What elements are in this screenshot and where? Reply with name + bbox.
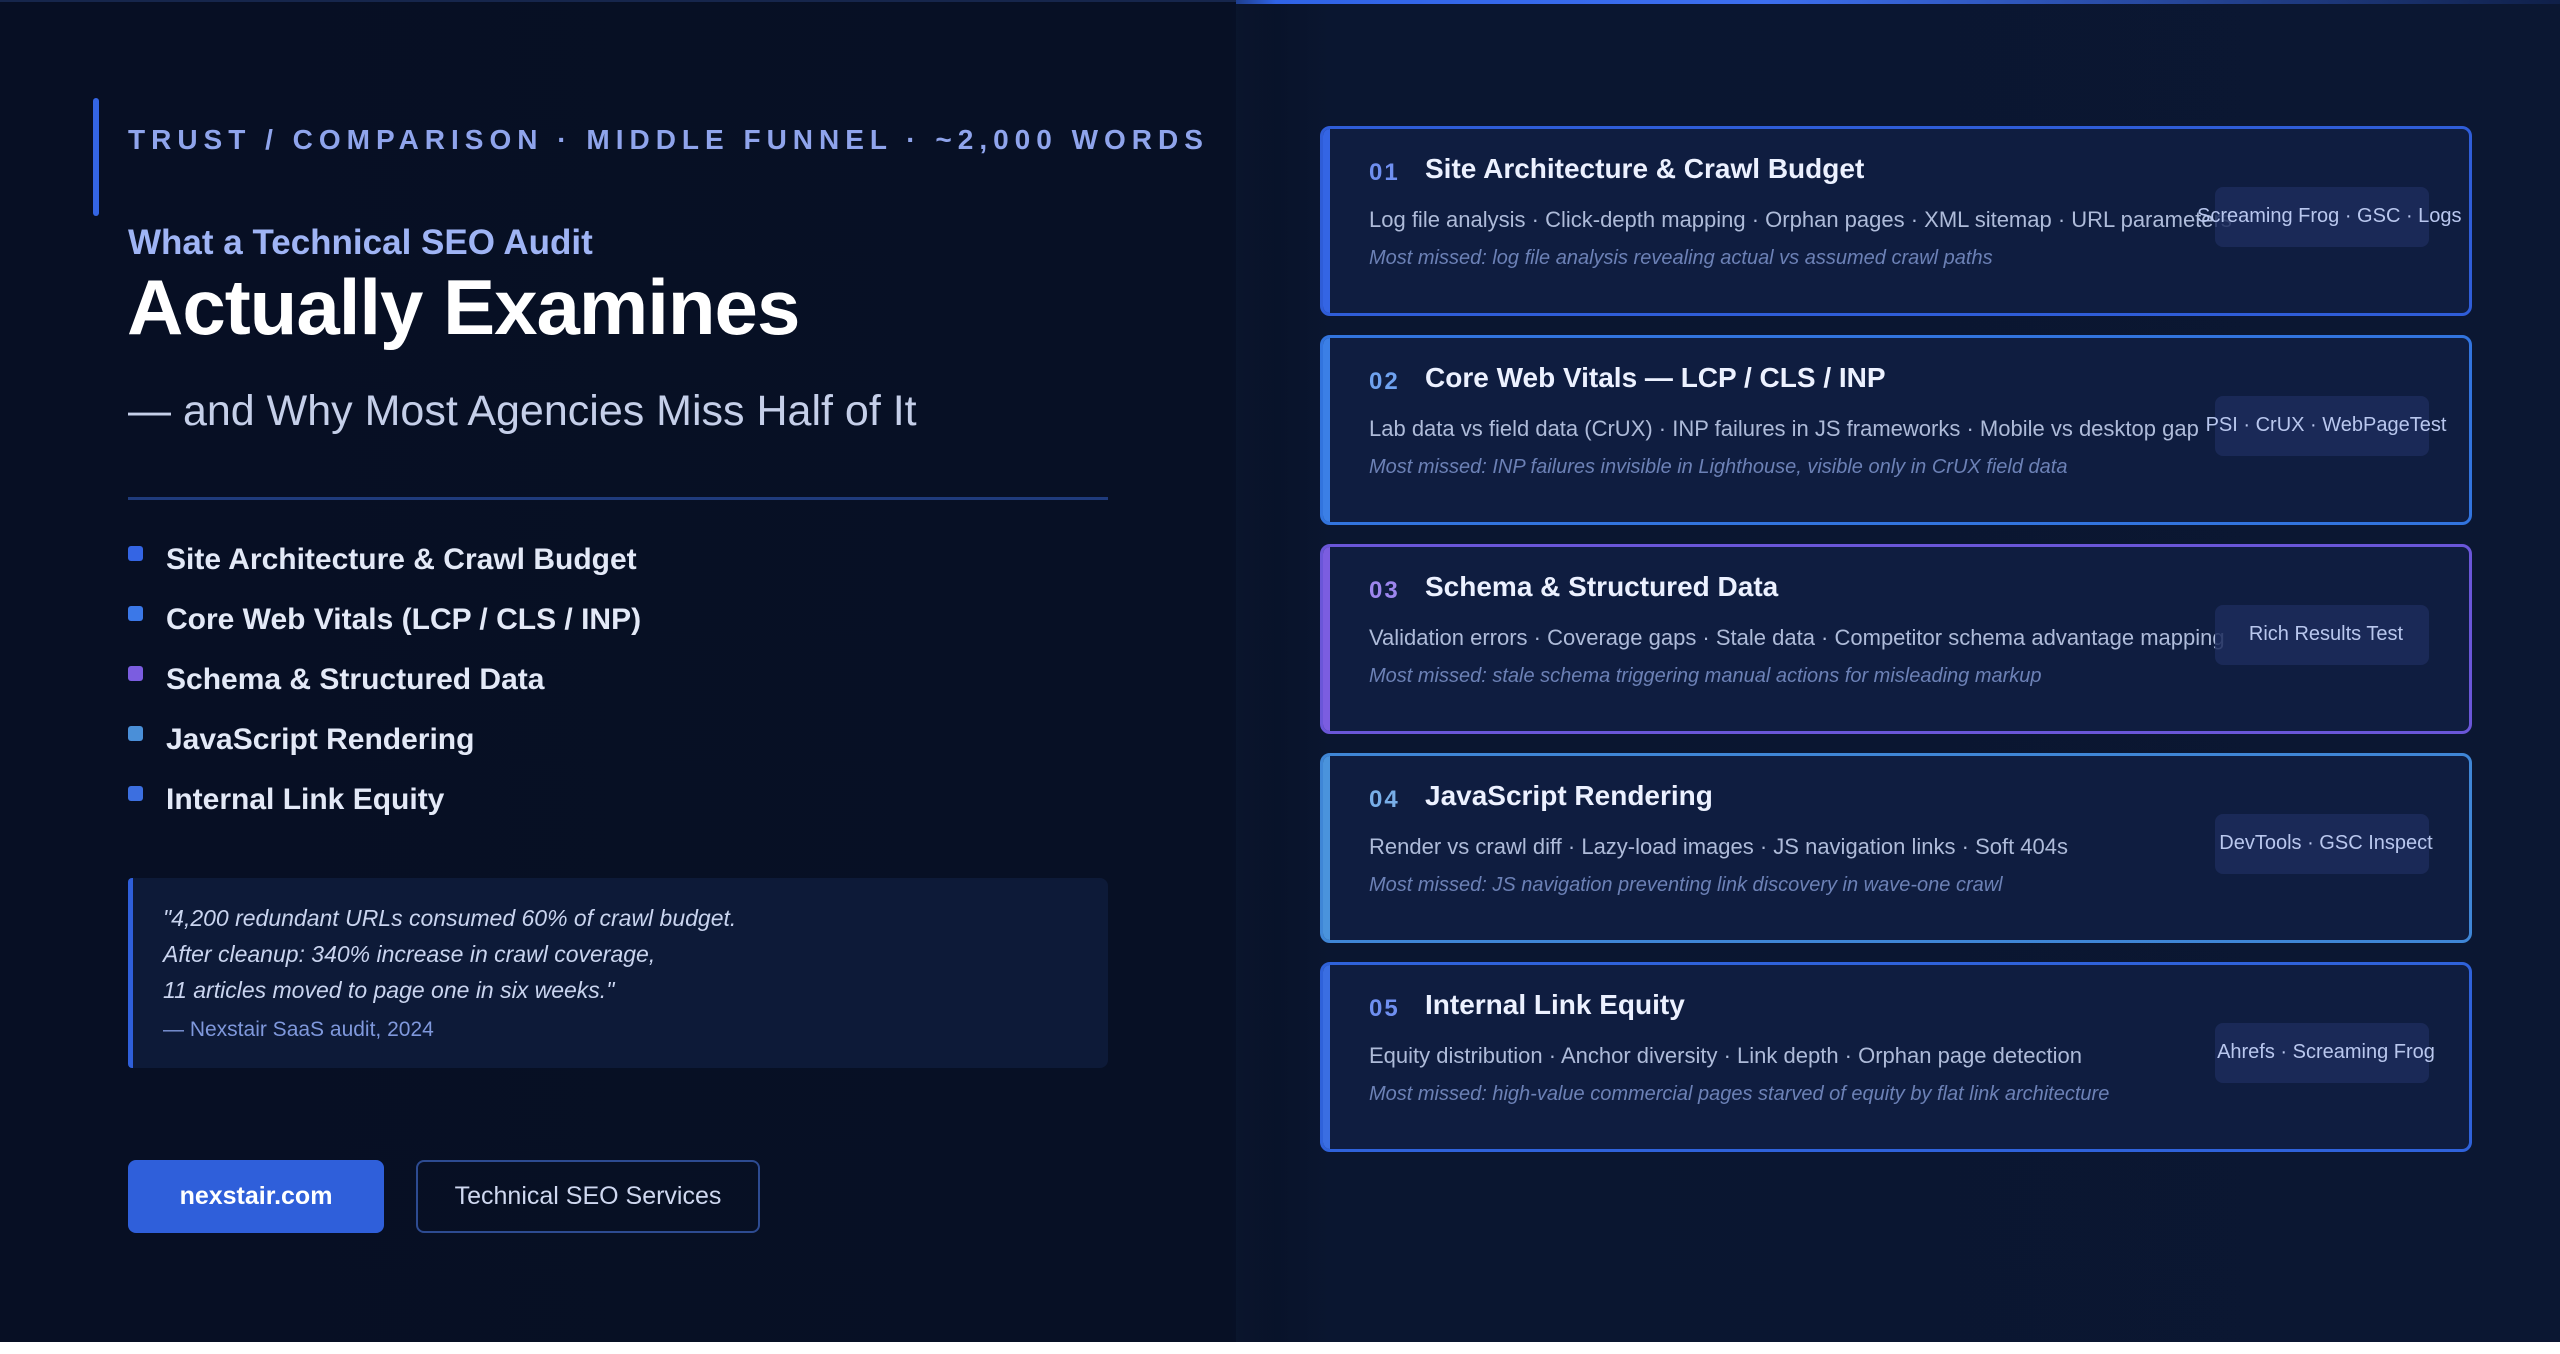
audit-card: 04 JavaScript Rendering Render vs crawl … <box>1320 753 2472 943</box>
card-description: Equity distribution · Anchor diversity ·… <box>1369 1043 2082 1068</box>
card-accent-bar <box>1323 547 1330 731</box>
services-button[interactable]: Technical SEO Services <box>416 1160 760 1233</box>
quote-line: 11 articles moved to page one in six wee… <box>163 977 615 1003</box>
website-button[interactable]: nexstair.com <box>128 1160 384 1233</box>
slide: TRUST / COMPARISON · MIDDLE FUNNEL · ~2,… <box>0 0 2560 1342</box>
topic-label: Core Web Vitals (LCP / CLS / INP) <box>166 603 642 636</box>
card-title: Site Architecture & Crawl Budget <box>1425 153 1865 184</box>
bullet-square-icon <box>128 545 143 561</box>
card-most-missed: Most missed: log file analysis revealing… <box>1369 247 1993 269</box>
card-title: Core Web Vitals — LCP / CLS / INP <box>1425 362 1886 393</box>
card-accent-bar <box>1323 756 1330 940</box>
tool-badge-label: PSI · CrUX · WebPageTest <box>2205 414 2447 436</box>
topic-list: Site Architecture & Crawl Budget Core We… <box>128 530 641 830</box>
topic-label: JavaScript Rendering <box>166 723 475 756</box>
card-number: 03 <box>1369 577 1400 604</box>
quote-line: "4,200 redundant URLs consumed 60% of cr… <box>163 905 737 931</box>
bottom-strip <box>0 1342 2560 1354</box>
card-description: Lab data vs field data (CrUX) · INP fail… <box>1369 416 2199 441</box>
topic-item: Site Architecture & Crawl Budget <box>128 530 641 590</box>
tool-badge-label: Ahrefs · Screaming Frog <box>2217 1041 2435 1063</box>
card-accent-bar <box>1323 129 1330 313</box>
card-description: Log file analysis · Click-depth mapping … <box>1369 207 2232 232</box>
page-title: Actually Examines <box>127 263 800 351</box>
testimonial-quote: "4,200 redundant URLs consumed 60% of cr… <box>128 878 1108 1068</box>
card-title: Internal Link Equity <box>1425 989 1685 1020</box>
tool-badge-label: Screaming Frog · GSC · Logs <box>2197 205 2462 227</box>
topic-item: Schema & Structured Data <box>128 650 641 710</box>
card-description: Validation errors · Coverage gaps · Stal… <box>1369 625 2225 650</box>
card-title: Schema & Structured Data <box>1425 571 1779 602</box>
tool-badge-label: DevTools · GSC Inspect <box>2219 832 2433 854</box>
bullet-square-icon <box>128 605 143 621</box>
title-prefix: What a Technical SEO Audit <box>128 223 593 262</box>
card-description: Render vs crawl diff · Lazy-load images … <box>1369 834 2069 859</box>
topic-label: Internal Link Equity <box>166 783 445 816</box>
card-accent-bar <box>1323 965 1330 1149</box>
bullet-square-icon <box>128 785 143 801</box>
topic-item: Internal Link Equity <box>128 770 641 830</box>
topic-item: JavaScript Rendering <box>128 710 641 770</box>
audit-card: 05 Internal Link Equity Equity distribut… <box>1320 962 2472 1152</box>
divider <box>128 497 1108 500</box>
topic-label: Schema & Structured Data <box>166 663 545 696</box>
bullet-square-icon <box>128 725 143 741</box>
quote-line: After cleanup: 340% increase in crawl co… <box>163 941 656 967</box>
page-subtitle: — and Why Most Agencies Miss Half of It <box>128 387 917 435</box>
audit-card: 01 Site Architecture & Crawl Budget Log … <box>1320 126 2472 316</box>
topic-label: Site Architecture & Crawl Budget <box>166 543 637 576</box>
card-number: 04 <box>1369 786 1400 813</box>
tool-badge-label: Rich Results Test <box>2248 623 2404 645</box>
audit-card: 02 Core Web Vitals — LCP / CLS / INP Lab… <box>1320 335 2472 525</box>
card-number: 02 <box>1369 368 1400 395</box>
card-most-missed: Most missed: INP failures invisible in L… <box>1369 456 2068 478</box>
card-most-missed: Most missed: stale schema triggering man… <box>1369 665 2042 687</box>
bullet-square-icon <box>128 665 143 681</box>
card-most-missed: Most missed: high-value commercial pages… <box>1369 1083 2110 1105</box>
card-number: 05 <box>1369 995 1400 1022</box>
top-accent-glow <box>1236 0 2560 4</box>
audit-card: 03 Schema & Structured Data Validation e… <box>1320 544 2472 734</box>
eyebrow-label: TRUST / COMPARISON · MIDDLE FUNNEL · ~2,… <box>128 124 1209 155</box>
topic-item: Core Web Vitals (LCP / CLS / INP) <box>128 590 641 650</box>
card-accent-bar <box>1323 338 1330 522</box>
card-title: JavaScript Rendering <box>1425 780 1713 811</box>
card-number: 01 <box>1369 159 1400 186</box>
top-border-line <box>0 0 1236 2</box>
eyebrow-accent-bar <box>93 98 99 216</box>
column-divider <box>1236 0 1276 1342</box>
card-most-missed: Most missed: JS navigation preventing li… <box>1369 874 2003 896</box>
quote-attribution: — Nexstair SaaS audit, 2024 <box>163 1018 434 1041</box>
